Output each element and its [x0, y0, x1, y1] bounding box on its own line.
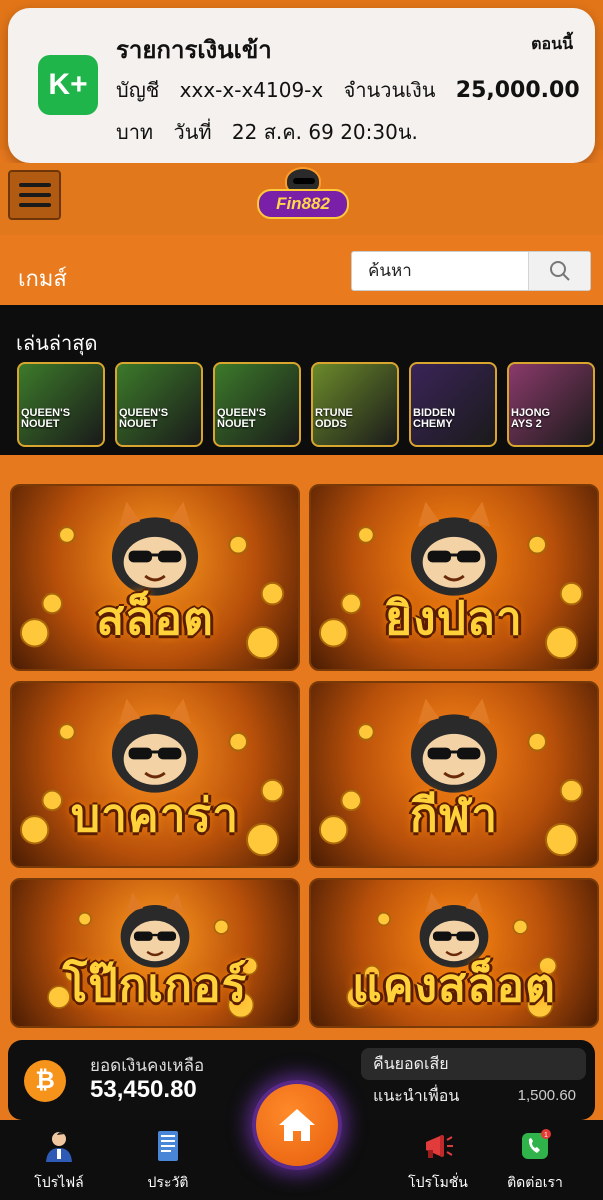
notification-line-2: บาท วันที่ 22 ส.ค. 69 20:30น.: [116, 116, 432, 148]
recent-game-caption: QUEEN'S NOUET: [21, 406, 71, 431]
phone-icon: 1: [522, 1129, 551, 1159]
recent-game-caption: QUEEN'S NOUET: [217, 406, 267, 431]
nav-promotion-label: โปรโมชั่น: [408, 1175, 468, 1191]
category-label: โป๊กเกอร์: [62, 958, 248, 1012]
recent-title: เล่นล่าสุด: [16, 331, 98, 355]
recent-list: QUEEN'S NOUET QUEEN'S NOUET QUEEN'S NOUET R…: [17, 362, 595, 447]
recent-game-tile[interactable]: BIDDEN CHEMY: [409, 362, 497, 447]
recent-game-tile[interactable]: QUEEN'S NOUET: [115, 362, 203, 447]
referral-label: แนะนำเพื่อน: [373, 1086, 460, 1105]
category-label: บาคาร่า: [70, 788, 240, 842]
category-tile[interactable]: โป๊กเกอร์: [10, 878, 300, 1028]
nav-profile-label: โปรไฟล์: [34, 1175, 84, 1191]
home-button[interactable]: [252, 1080, 342, 1170]
megaphone-icon: [426, 1135, 453, 1158]
category-label: ยิงปลา: [385, 591, 523, 645]
hamburger-icon[interactable]: [8, 170, 61, 220]
category-tile[interactable]: ยิงปลา: [309, 484, 599, 671]
referral-value: 1,500.60: [517, 1087, 576, 1104]
history-icon: [158, 1131, 178, 1161]
recent-game-caption: QUEEN'S NOUET: [119, 406, 169, 431]
notification-time: ตอนนี้: [531, 34, 573, 53]
date-value: 22 ส.ค. 69 20:30น.: [231, 120, 418, 144]
profile-icon: [46, 1132, 72, 1162]
amount-label: จำนวนเงิน: [343, 78, 436, 102]
category-tile[interactable]: แคงสล็อต: [309, 878, 599, 1028]
category-tile[interactable]: สล็อต: [10, 484, 300, 671]
category-label: กีฬา: [409, 788, 499, 842]
nav-history-label: ประวัติ: [147, 1175, 189, 1191]
nav-contact[interactable]: 1 ติดต่อเรา: [490, 1128, 580, 1194]
notification-line-1: บัญชี xxx-x-x4109-x จำนวนเงิน 25,000.00: [116, 74, 594, 106]
account-label: บัญชี: [116, 78, 160, 102]
rebate-button[interactable]: คืนยอดเสีย: [361, 1048, 586, 1080]
nav-history[interactable]: ประวัติ: [123, 1128, 213, 1194]
account-number: xxx-x-x4109-x: [179, 78, 324, 102]
recent-section: เล่นล่าสุด QUEEN'S NOUET QUEEN'S NOUET QUE…: [0, 305, 603, 455]
recent-game-caption: BIDDEN CHEMY: [413, 406, 456, 431]
referral-button[interactable]: แนะนำเพื่อน 1,500.60: [361, 1080, 586, 1112]
recent-game-caption: RTUNE ODDS: [315, 406, 353, 431]
amount-value: 25,000.00: [455, 78, 580, 103]
home-icon: [279, 1109, 315, 1141]
notification-title: รายการเงินเข้า: [116, 36, 272, 64]
nav-contact-label: ติดต่อเรา: [507, 1175, 563, 1191]
recent-game-caption: HJONG AYS 2: [511, 406, 551, 431]
logo-text: Fin882: [257, 189, 349, 219]
recent-game-tile[interactable]: QUEEN'S NOUET: [17, 362, 105, 447]
recent-game-tile[interactable]: QUEEN'S NOUET: [213, 362, 301, 447]
bitcoin-icon: ₿: [24, 1060, 66, 1102]
search-input[interactable]: [352, 252, 532, 290]
games-title: เกมส์: [18, 267, 67, 292]
recent-game-tile[interactable]: HJONG AYS 2: [507, 362, 595, 447]
games-bar: เกมส์: [0, 235, 603, 305]
balance-label: ยอดเงินคงเหลือ: [90, 1056, 205, 1076]
recent-game-tile[interactable]: RTUNE ODDS: [311, 362, 399, 447]
search-box: [351, 251, 591, 291]
kplus-app-icon: K+: [38, 55, 98, 115]
search-button[interactable]: [528, 252, 590, 290]
balance-value: 53,450.80: [90, 1076, 197, 1103]
currency-label: บาท: [116, 120, 154, 144]
nav-promotion[interactable]: โปรโมชั่น: [393, 1128, 483, 1194]
category-tile[interactable]: กีฬา: [309, 681, 599, 868]
site-header: Fin882: [0, 163, 603, 235]
category-label: สล็อต: [96, 591, 214, 645]
search-icon: [549, 261, 570, 281]
svg-text:1: 1: [544, 1132, 548, 1139]
site-logo[interactable]: Fin882: [253, 167, 353, 225]
category-label: แคงสล็อต: [352, 958, 556, 1012]
date-label: วันที่: [173, 120, 212, 144]
nav-profile[interactable]: โปรไฟล์: [14, 1128, 104, 1194]
category-tile[interactable]: บาคาร่า: [10, 681, 300, 868]
deposit-notification[interactable]: K+ รายการเงินเข้า ตอนนี้ บัญชี xxx-x-x41…: [8, 8, 595, 163]
